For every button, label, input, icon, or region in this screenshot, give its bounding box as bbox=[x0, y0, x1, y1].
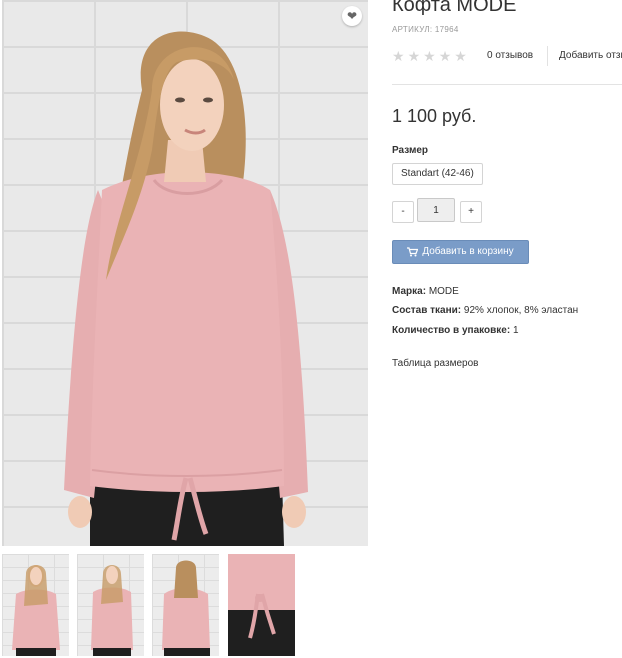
attribute-name: Марка: bbox=[392, 286, 427, 297]
reviews-count-link[interactable]: 0 отзывов bbox=[487, 50, 533, 61]
cart-icon bbox=[407, 247, 419, 257]
product-price: 1 100 руб. bbox=[392, 106, 477, 126]
star-icon[interactable]: ★ bbox=[454, 48, 467, 64]
size-label: Размер bbox=[392, 145, 429, 156]
quantity-input[interactable]: 1 bbox=[417, 198, 455, 222]
product-main-image[interactable]: ❤ bbox=[2, 0, 368, 546]
thumbnail-1[interactable] bbox=[2, 554, 69, 656]
star-icon[interactable]: ★ bbox=[408, 48, 421, 64]
rating-row: ★★★★★ 0 отзывов Добавить отзыв bbox=[392, 46, 622, 66]
attribute-pack-quantity: Количество в упаковке: 1 bbox=[392, 325, 519, 336]
thumbnail-4[interactable] bbox=[228, 554, 295, 656]
thumbnail-2[interactable] bbox=[77, 554, 144, 656]
rating-divider bbox=[547, 46, 548, 66]
star-icon[interactable]: ★ bbox=[439, 48, 452, 64]
product-title: Кофта MODE bbox=[392, 0, 517, 16]
size-table-link[interactable]: Таблица размеров bbox=[392, 358, 478, 369]
product-article: АРТИКУЛ: 17964 bbox=[392, 25, 459, 34]
quantity-increase-button[interactable]: + bbox=[460, 201, 482, 223]
attribute-name: Количество в упаковке: bbox=[392, 325, 511, 336]
rating-stars[interactable]: ★ ★ ★ ★ ★ bbox=[392, 48, 470, 66]
model-photo-illustration bbox=[64, 31, 308, 546]
wishlist-heart-button[interactable]: ❤ bbox=[342, 6, 362, 26]
attribute-brand: Марка: MODE bbox=[392, 286, 459, 297]
attribute-value: 92% хлопок, 8% эластан bbox=[463, 305, 579, 316]
add-to-cart-button[interactable]: Добавить в корзину bbox=[392, 240, 529, 264]
star-icon[interactable]: ★ bbox=[392, 48, 405, 64]
attribute-name: Состав ткани: bbox=[392, 305, 462, 316]
quantity-decrease-button[interactable]: - bbox=[392, 201, 414, 223]
attribute-value: MODE bbox=[428, 286, 459, 297]
thumbnail-3[interactable] bbox=[152, 554, 219, 656]
heart-icon: ❤ bbox=[346, 9, 358, 23]
attribute-fabric: Состав ткани: 92% хлопок, 8% эластан bbox=[392, 305, 578, 316]
size-option-button[interactable]: Standart (42-46) bbox=[392, 163, 483, 185]
attribute-value: 1 bbox=[512, 325, 519, 336]
divider bbox=[392, 84, 622, 85]
add-review-link[interactable]: Добавить отзыв bbox=[559, 50, 622, 61]
star-icon[interactable]: ★ bbox=[423, 48, 436, 64]
add-to-cart-label: Добавить в корзину bbox=[422, 246, 514, 257]
